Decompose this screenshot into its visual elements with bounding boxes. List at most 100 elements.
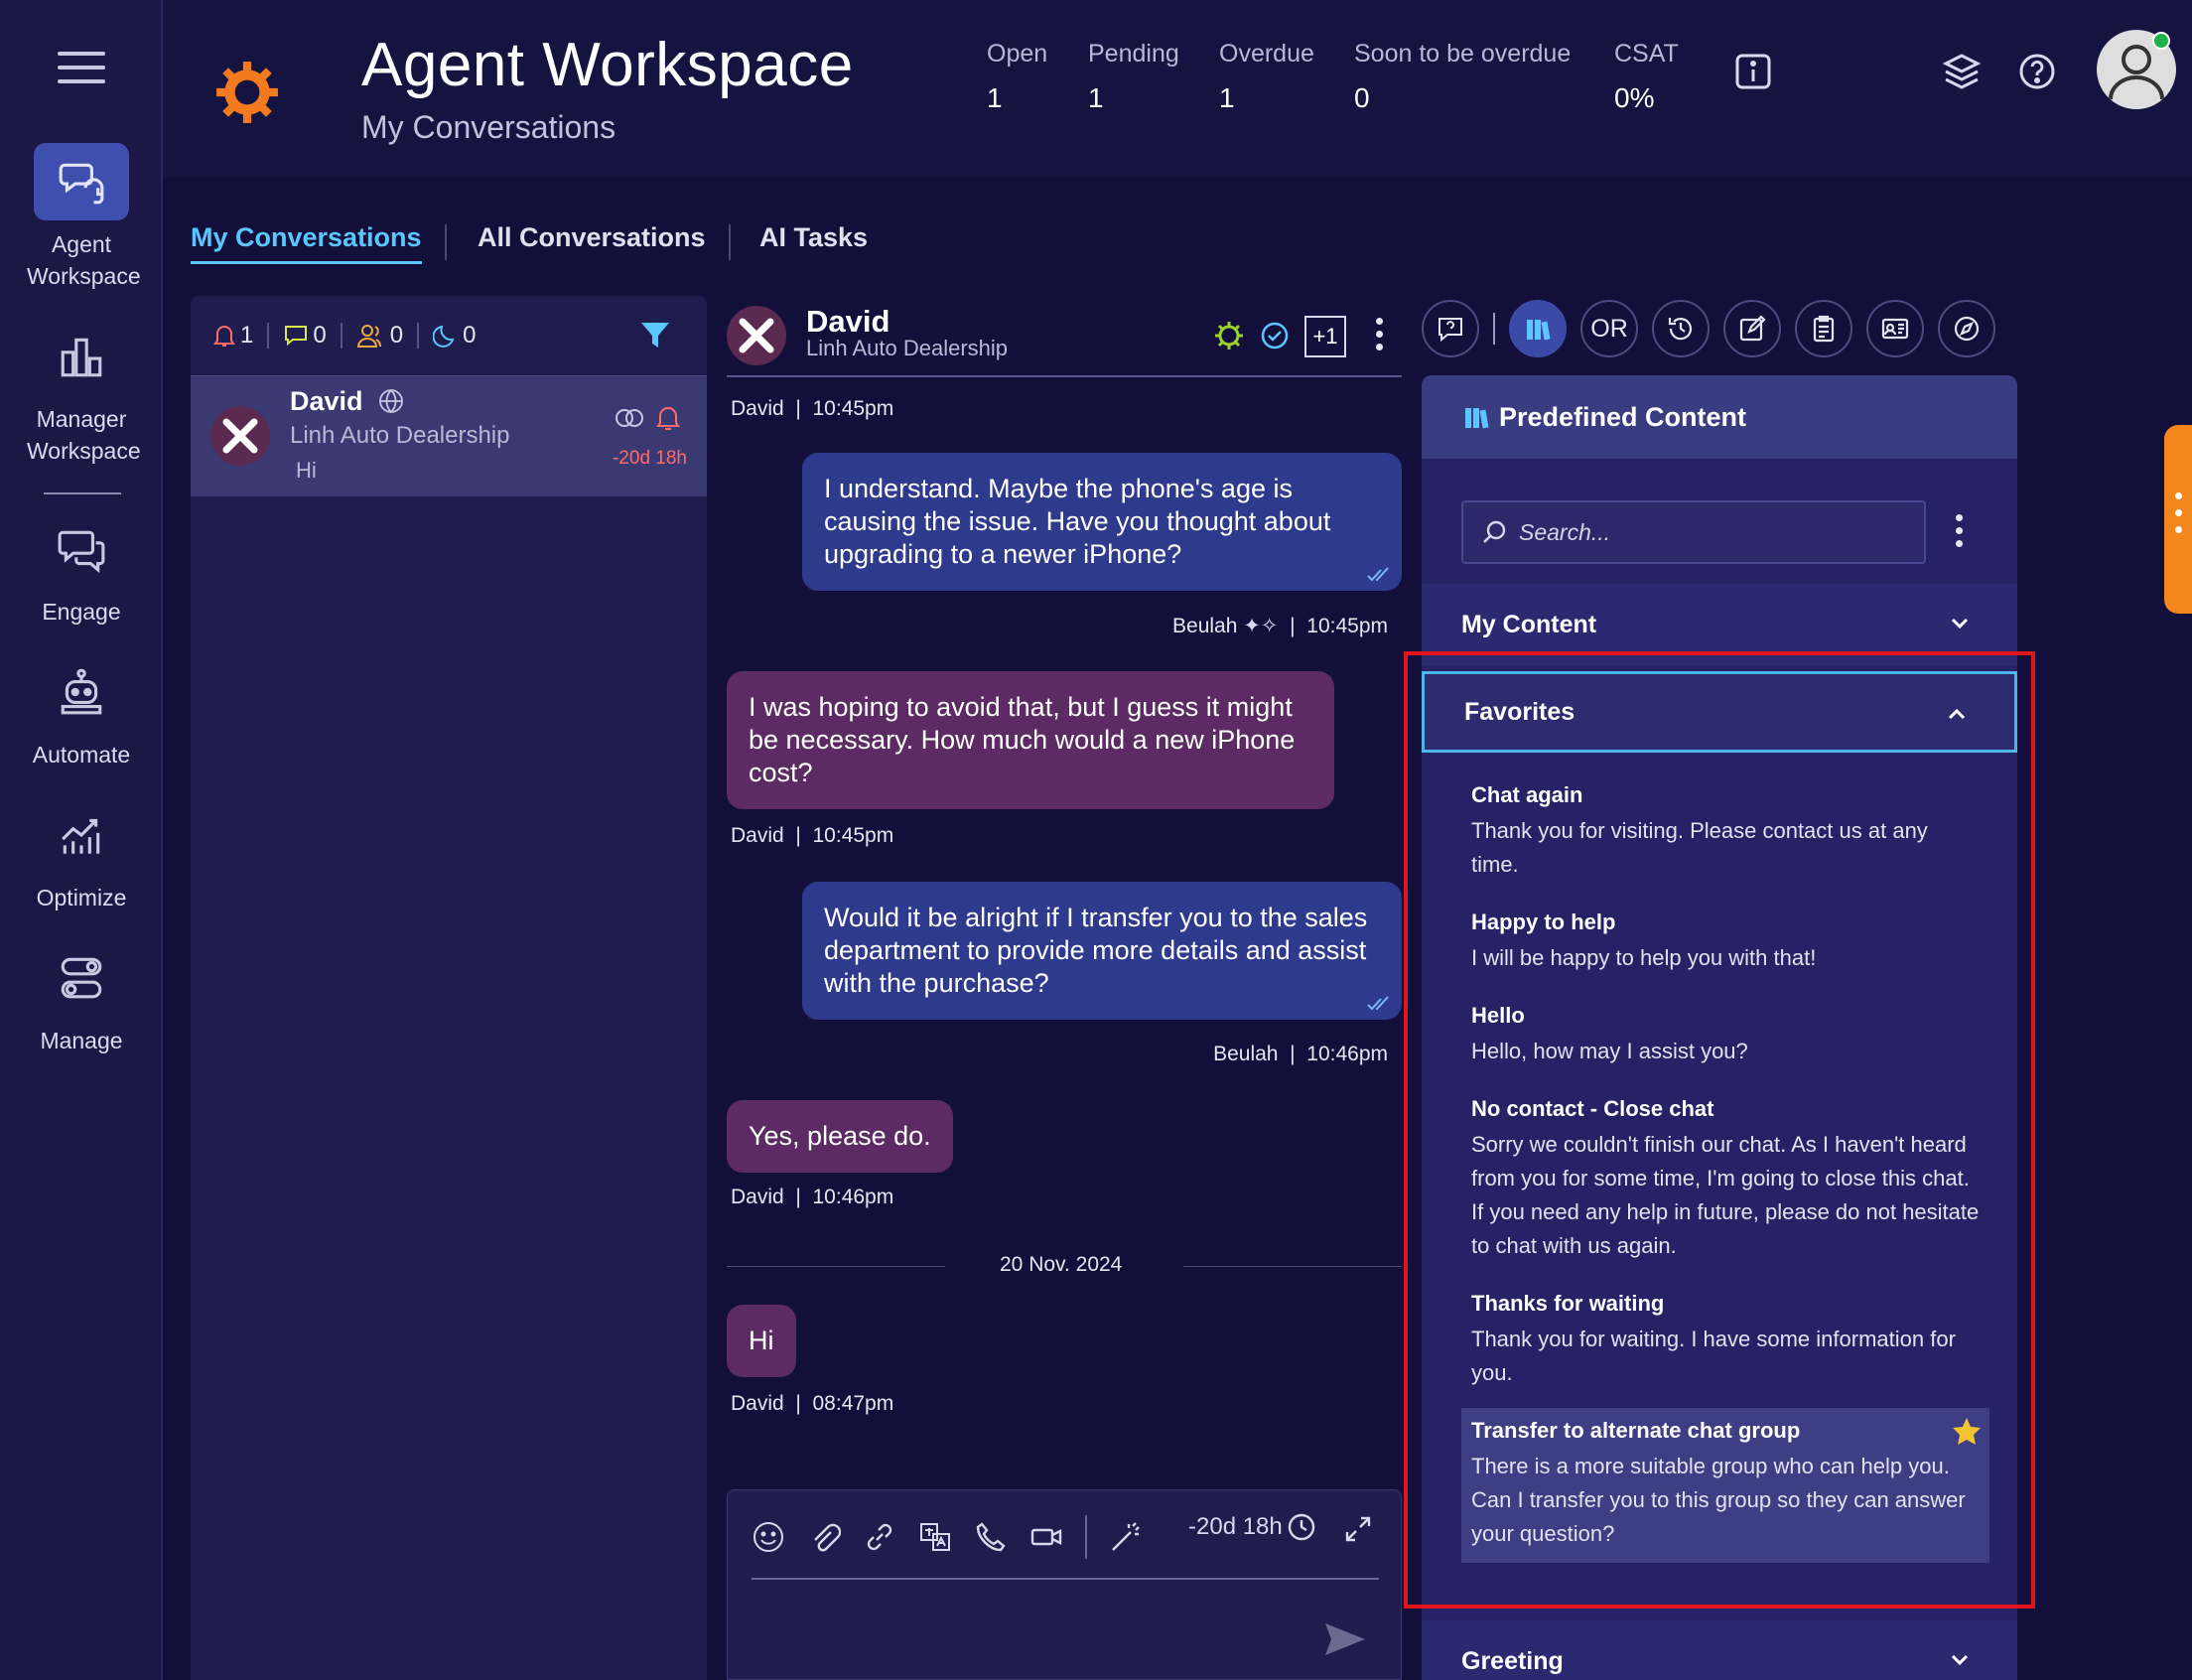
section-label: Greeting xyxy=(1461,1646,1564,1675)
favorite-item[interactable]: Happy to help I will be happy to help yo… xyxy=(1461,900,1989,987)
message-text: I understand. Maybe the phone's age is c… xyxy=(824,474,1331,569)
favorite-item[interactable]: Hello Hello, how may I assist you? xyxy=(1461,993,1989,1080)
chat-bubbles-icon xyxy=(34,510,129,588)
message-time: 10:46pm xyxy=(1306,1043,1388,1065)
stat-label: Overdue xyxy=(1219,40,1314,68)
notes-button[interactable] xyxy=(1723,300,1781,357)
panel-title: Predefined Content xyxy=(1499,401,1747,432)
stat-value: 0% xyxy=(1614,82,1655,113)
bell-icon xyxy=(213,326,235,347)
history-button[interactable] xyxy=(1652,300,1710,357)
tab-all-conversations[interactable]: All Conversations xyxy=(478,222,706,253)
send-icon[interactable] xyxy=(1323,1621,1367,1657)
users-icon xyxy=(356,325,381,348)
filter-alerts[interactable]: 1 xyxy=(212,322,253,350)
chevron-down-icon xyxy=(1951,618,1969,630)
search-placeholder: Search... xyxy=(1519,518,1611,545)
edit-icon xyxy=(1739,315,1766,342)
section-greeting[interactable]: Greeting xyxy=(1422,1620,2017,1680)
read-receipt-icon xyxy=(1367,567,1389,582)
emoji-icon[interactable] xyxy=(752,1520,785,1554)
message-meta: David | 10:45pm xyxy=(731,824,894,847)
content-more-icon[interactable] xyxy=(1956,514,1966,553)
magic-wand-icon[interactable] xyxy=(1109,1520,1143,1554)
filter-icon[interactable] xyxy=(639,320,671,351)
sidebar-item-automate[interactable]: Automate xyxy=(0,653,163,770)
chat-more-icon[interactable] xyxy=(1376,318,1386,356)
add-participant-button[interactable]: +1 xyxy=(1304,316,1346,357)
chevron-up-icon xyxy=(1948,708,1966,720)
link-icon[interactable] xyxy=(863,1520,896,1554)
channel-avatar xyxy=(210,406,270,466)
conversation-filters: 1 0 0 0 xyxy=(191,296,707,375)
sidebar-item-manage[interactable]: Manage xyxy=(0,939,163,1056)
conversation-item[interactable]: David Linh Auto Dealership Hi -20d 18h xyxy=(191,375,707,496)
conversation-preview: Hi xyxy=(296,458,317,483)
contact-card-button[interactable] xyxy=(1866,300,1924,357)
content-toolbar: OR xyxy=(1422,300,1995,357)
filter-divider xyxy=(267,323,270,349)
stat-label: Open xyxy=(987,40,1048,68)
section-my-content[interactable]: My Content xyxy=(1422,584,2017,665)
or-button[interactable]: OR xyxy=(1580,300,1638,357)
layers-icon[interactable] xyxy=(1942,52,1982,91)
side-drawer-handle[interactable] xyxy=(2164,425,2192,614)
expand-icon[interactable] xyxy=(1343,1514,1373,1544)
customer-message-bubble: Yes, please do. xyxy=(727,1100,953,1173)
attachment-icon[interactable] xyxy=(807,1520,842,1554)
ai-sparkle-icon: ✦✧ xyxy=(1243,615,1279,637)
line-chart-icon xyxy=(34,796,129,874)
message-text: Yes, please do. xyxy=(749,1121,931,1151)
sidebar-label: Automate xyxy=(32,742,131,768)
questions-button[interactable] xyxy=(1422,300,1479,357)
message-icon xyxy=(285,326,308,347)
favorite-item-selected[interactable]: Transfer to alternate chat group There i… xyxy=(1461,1408,1989,1563)
menu-icon[interactable] xyxy=(58,52,105,87)
panel-header: Predefined Content xyxy=(1422,375,2017,459)
content-search-input[interactable]: Search... xyxy=(1461,500,1926,564)
favorite-text: Sorry we couldn't finish our chat. As I … xyxy=(1471,1132,1980,1258)
info-icon[interactable] xyxy=(1733,52,1773,91)
filter-users[interactable]: 0 xyxy=(356,322,403,350)
sender-name: David xyxy=(731,1186,784,1208)
filter-sleep[interactable]: 0 xyxy=(433,322,476,350)
predefined-content-button[interactable] xyxy=(1509,300,1567,357)
stat-value: 0 xyxy=(1354,82,1370,113)
agent-message-bubble: Would it be alright if I transfer you to… xyxy=(802,882,1402,1020)
browser-button[interactable] xyxy=(1938,300,1995,357)
help-icon[interactable] xyxy=(2017,52,2057,91)
message-composer[interactable]: -20d 18h xyxy=(727,1489,1402,1680)
page-title: Agent Workspace xyxy=(361,31,854,99)
message-text: I was hoping to avoid that, but I guess … xyxy=(749,692,1296,787)
robot-icon xyxy=(34,653,129,731)
section-favorites[interactable]: Favorites xyxy=(1422,671,2017,753)
agent-message-bubble: I understand. Maybe the phone's age is c… xyxy=(802,453,1402,591)
headset-chat-icon xyxy=(34,143,129,220)
favorite-text: Hello, how may I assist you? xyxy=(1471,1039,1748,1063)
favorite-item[interactable]: Thanks for waiting Thank you for waiting… xyxy=(1461,1281,1989,1402)
sidebar-item-optimize[interactable]: Optimize xyxy=(0,796,163,913)
video-icon[interactable] xyxy=(1029,1520,1063,1554)
clipboard-button[interactable] xyxy=(1795,300,1852,357)
message-time: 10:45pm xyxy=(812,397,894,420)
sidebar-item-engage[interactable]: Engage xyxy=(0,510,163,628)
separator-line xyxy=(727,1266,945,1267)
favorite-item[interactable]: Chat again Thank you for visiting. Pleas… xyxy=(1461,772,1989,894)
phone-icon[interactable] xyxy=(974,1520,1008,1554)
sidebar-item-agent-workspace[interactable]: Agent Workspace xyxy=(0,143,163,292)
filter-messages[interactable]: 0 xyxy=(283,322,327,350)
star-icon[interactable] xyxy=(1952,1416,1982,1446)
tab-my-conversations[interactable]: My Conversations xyxy=(191,222,422,264)
sidebar-item-manager-workspace[interactable]: Manager Workspace xyxy=(0,318,163,467)
sender-name: Beulah xyxy=(1172,615,1238,637)
stat-pending: Pending 1 xyxy=(1088,40,1179,114)
favorite-item[interactable]: No contact - Close chat Sorry we couldn'… xyxy=(1461,1086,1989,1275)
status-gear-icon[interactable] xyxy=(1213,320,1245,351)
stat-label: Soon to be overdue xyxy=(1354,40,1572,68)
check-circle-icon[interactable] xyxy=(1259,320,1291,351)
tab-ai-tasks[interactable]: AI Tasks xyxy=(759,222,868,253)
books-icon xyxy=(1527,320,1551,341)
translate-icon[interactable] xyxy=(918,1520,952,1554)
chat-header: David Linh Auto Dealership +1 xyxy=(727,296,1402,377)
filter-count: 0 xyxy=(389,322,404,349)
